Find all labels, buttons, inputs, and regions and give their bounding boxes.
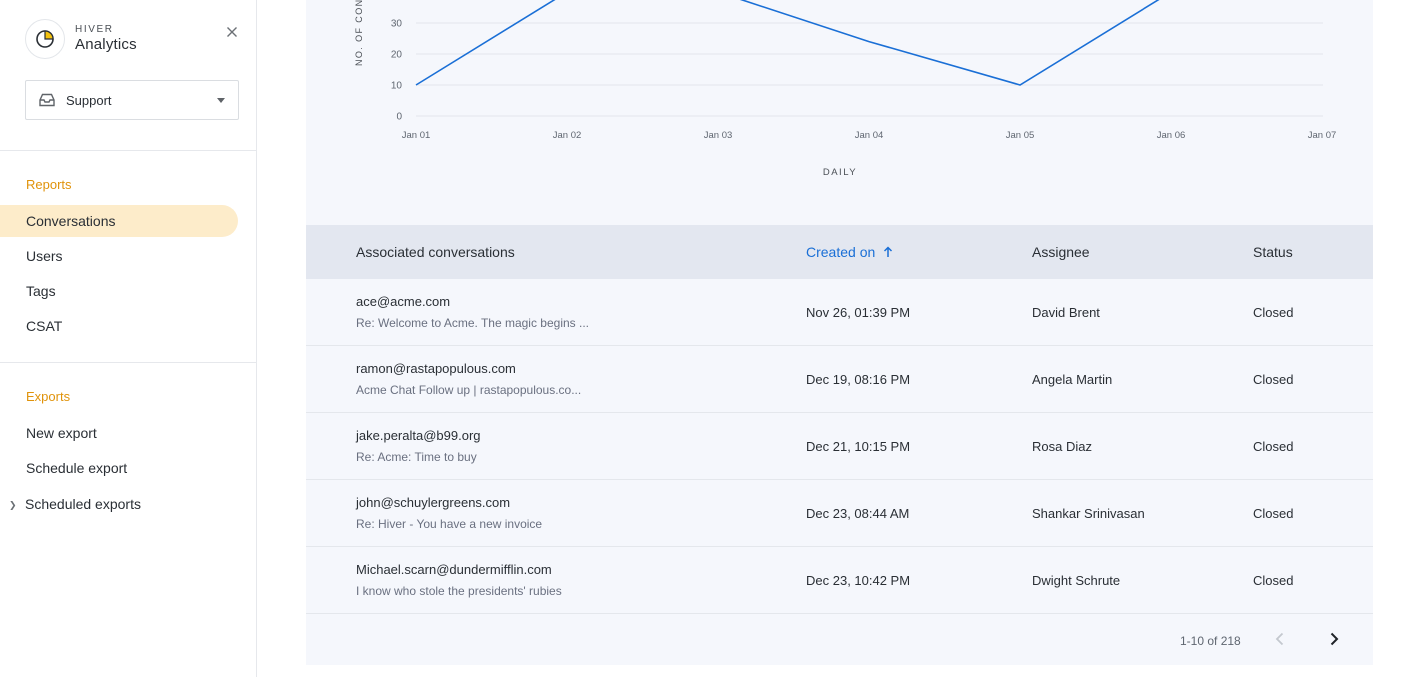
conversation-email: john@schuylergreens.com: [356, 495, 511, 510]
conversations-table: Associated conversations Created on Assi…: [306, 225, 1373, 665]
created-on: Dec 19, 08:16 PM: [806, 372, 911, 387]
created-on: Dec 23, 10:42 PM: [806, 573, 911, 588]
chevron-right-icon: [1330, 632, 1339, 646]
assignee: Angela Martin: [1032, 372, 1113, 387]
inbox-icon: [39, 93, 55, 107]
sidebar-item-label: New export: [26, 425, 97, 441]
x-tick-label: Jan 02: [553, 130, 582, 141]
exports-section-title: Exports: [26, 389, 71, 404]
inbox-select-label: Support: [66, 92, 112, 108]
status: Closed: [1253, 305, 1294, 320]
conversation-email: ace@acme.com: [356, 294, 451, 309]
table-header: Associated conversations Created on Assi…: [306, 225, 1373, 279]
conversation-subject: I know who stole the presidents' rubies: [356, 584, 562, 598]
assignee: David Brent: [1032, 305, 1100, 320]
created-on: Dec 21, 10:15 PM: [806, 439, 911, 454]
sidebar-item-scheduled-exports[interactable]: ❯ Scheduled exports: [0, 488, 238, 520]
brand-name: Analytics: [75, 36, 137, 53]
column-header-created-on[interactable]: Created on: [806, 225, 893, 279]
chevron-down-icon: [217, 98, 225, 103]
close-icon[interactable]: [224, 24, 240, 40]
status: Closed: [1253, 439, 1294, 454]
arrow-up-icon: [884, 246, 893, 257]
sidebar-item-label: Tags: [26, 283, 56, 299]
sidebar-item-schedule-export[interactable]: Schedule export: [0, 452, 238, 484]
sidebar-item-users[interactable]: Users: [0, 240, 238, 272]
x-tick-label: Jan 06: [1157, 130, 1186, 141]
assignee: Dwight Schrute: [1032, 573, 1121, 588]
x-tick-label: Jan 05: [1006, 130, 1035, 141]
previous-page-button[interactable]: [1270, 629, 1290, 649]
y-tick-label: 30: [391, 19, 403, 30]
divider: [0, 150, 256, 151]
table-row[interactable]: Michael.scarn@dundermifflin.com I know w…: [306, 547, 1373, 614]
sidebar-item-tags[interactable]: Tags: [0, 275, 238, 307]
y-tick-label: 10: [391, 81, 403, 92]
table-row[interactable]: jake.peralta@b99.org Re: Acme: Time to b…: [306, 413, 1373, 480]
pagination-range: 1-10 of 218: [1180, 634, 1241, 648]
sidebar-item-label: Scheduled exports: [25, 496, 141, 512]
table-row[interactable]: ramon@rastapopulous.com Acme Chat Follow…: [306, 346, 1373, 413]
line-chart: 0 10 20 30 Jan 01 Jan 02 Jan 03 Jan 04 Jan 05 Ja…: [354, 0, 1337, 178]
analytics-logo-icon: [25, 19, 65, 59]
created-on: Nov 26, 01:39 PM: [806, 305, 911, 320]
x-tick-label: Jan 04: [855, 130, 884, 141]
reports-section-title: Reports: [26, 177, 72, 192]
table-row[interactable]: john@schuylergreens.com Re: Hiver - You …: [306, 480, 1373, 547]
sidebar-item-label: Conversations: [26, 213, 116, 229]
column-header-status: Status: [1253, 244, 1293, 260]
x-tick-label: Jan 01: [402, 130, 431, 141]
brand: HIVER Analytics: [25, 19, 137, 59]
sidebar-item-csat[interactable]: CSAT: [0, 310, 238, 342]
sidebar-item-label: Users: [26, 248, 63, 264]
sidebar: HIVER Analytics Support Reports Conversa…: [0, 0, 257, 677]
conversation-subject: Re: Welcome to Acme. The magic begins ..…: [356, 316, 589, 330]
brand-label: HIVER: [75, 24, 114, 35]
table-row[interactable]: ace@acme.com Re: Welcome to Acme. The ma…: [306, 279, 1373, 346]
y-axis-label: NO. OF CON: [354, 0, 364, 66]
conversation-subject: Re: Acme: Time to buy: [356, 450, 477, 464]
chevron-right-icon: ❯: [9, 500, 17, 510]
series-line: [415, 0, 1160, 86]
next-page-button[interactable]: [1324, 629, 1344, 649]
status: Closed: [1253, 506, 1294, 521]
conversation-subject: Re: Hiver - You have a new invoice: [356, 517, 543, 531]
conversation-subject: Acme Chat Follow up | rastapopulous.co..…: [356, 383, 582, 397]
conversation-email: jake.peralta@b99.org: [356, 428, 481, 443]
y-tick-label: 20: [391, 50, 403, 61]
assignee: Shankar Srinivasan: [1032, 506, 1145, 521]
conversation-email: Michael.scarn@dundermifflin.com: [356, 562, 552, 577]
x-axis-label: DAILY: [823, 167, 857, 178]
status: Closed: [1253, 372, 1294, 387]
created-on: Dec 23, 08:44 AM: [806, 506, 910, 521]
sidebar-item-label: Schedule export: [26, 460, 128, 476]
column-header-label: Created on: [806, 244, 876, 260]
conversation-email: ramon@rastapopulous.com: [356, 361, 516, 376]
chart-card: 0 10 20 30 Jan 01 Jan 02 Jan 03 Jan 04 Jan 05 Ja…: [306, 0, 1373, 225]
assignee: Rosa Diaz: [1032, 439, 1092, 454]
pagination: 1-10 of 218: [306, 613, 1373, 665]
divider: [0, 362, 256, 363]
y-tick-label: 0: [396, 112, 402, 123]
column-header-conversations: Associated conversations: [356, 244, 515, 260]
status: Closed: [1253, 573, 1294, 588]
x-tick-label: Jan 07: [1308, 130, 1337, 141]
x-tick-label: Jan 03: [704, 130, 733, 141]
sidebar-item-new-export[interactable]: New export: [0, 417, 238, 449]
sidebar-item-conversations[interactable]: Conversations: [0, 205, 238, 237]
inbox-select[interactable]: Support: [25, 80, 239, 120]
sidebar-item-label: CSAT: [26, 318, 63, 334]
column-header-assignee: Assignee: [1032, 244, 1090, 260]
chevron-left-icon: [1275, 632, 1284, 646]
